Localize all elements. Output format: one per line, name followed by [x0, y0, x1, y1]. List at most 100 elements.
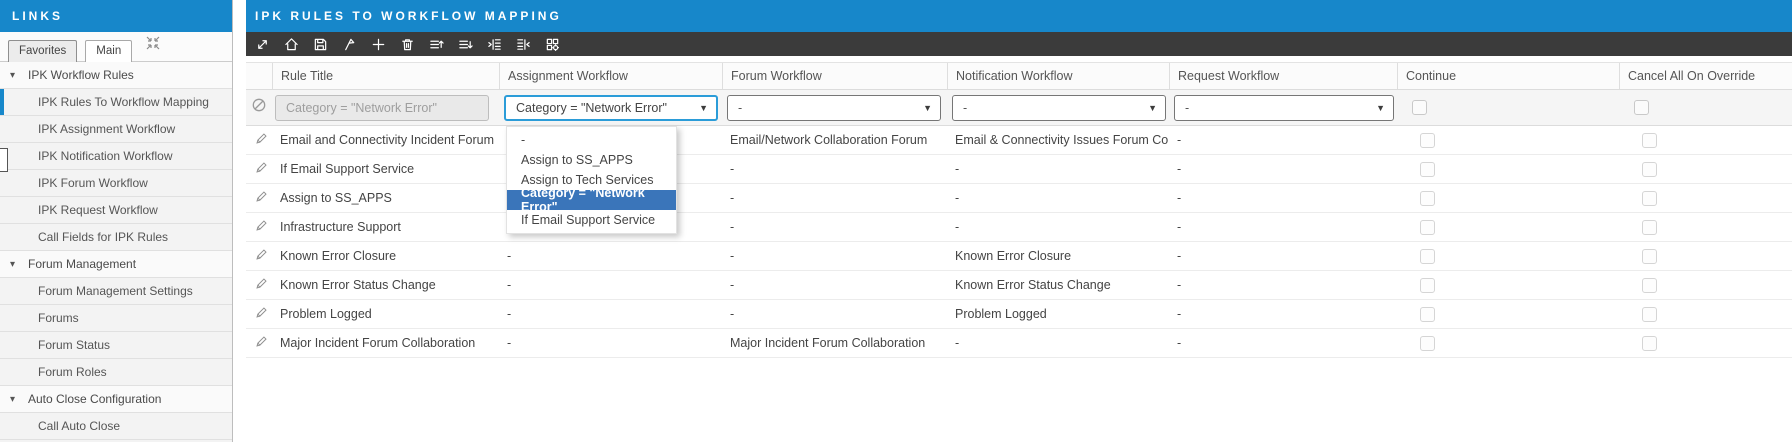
collapse-panel-icon[interactable] [146, 36, 160, 55]
sidebar-item-ipk-assignment-workflow[interactable]: IPK Assignment Workflow [0, 116, 232, 143]
continue-checkbox[interactable] [1420, 307, 1435, 322]
dropdown-option[interactable]: Assign to SS_APPS [507, 150, 676, 170]
column-left-icon[interactable] [486, 36, 502, 52]
app-screen: LINKS Favorites Main ▾IPK Workflow Rules… [0, 0, 1792, 442]
cancel-edit-icon[interactable] [251, 97, 267, 118]
cancel-all-checkbox[interactable] [1642, 162, 1657, 177]
continue-checkbox[interactable] [1420, 220, 1435, 235]
sidebar-tree: ▾IPK Workflow Rules IPK Rules To Workflo… [0, 62, 232, 440]
grid-settings-icon[interactable] [544, 36, 560, 52]
edit-pencil-icon[interactable] [255, 132, 268, 148]
move-row-up-icon[interactable] [428, 36, 444, 52]
delete-icon[interactable] [399, 36, 415, 52]
header-cancel-all-on-override: Cancel All On Override [1619, 63, 1792, 89]
table-row[interactable]: Known Error Closure - - Known Error Clos… [246, 242, 1792, 271]
sidebar-group-auto-close-configuration[interactable]: ▾Auto Close Configuration [0, 386, 232, 413]
sidebar-item-call-auto-close[interactable]: Call Auto Close [0, 413, 232, 440]
cancel-all-checkbox[interactable] [1642, 133, 1657, 148]
cancel-all-checkbox[interactable] [1634, 100, 1649, 115]
header-icon-column [246, 63, 272, 89]
save-icon[interactable] [312, 36, 328, 52]
continue-checkbox[interactable] [1420, 162, 1435, 177]
edit-pencil-icon[interactable] [255, 161, 268, 177]
collapse-diagonal-icon[interactable] [254, 36, 270, 52]
table-row[interactable]: Problem Logged - - Problem Logged - [246, 300, 1792, 329]
edit-pencil-icon[interactable] [255, 335, 268, 351]
header-forum-workflow: Forum Workflow [722, 63, 947, 89]
request-workflow-combobox[interactable]: - ▼ [1174, 95, 1394, 121]
move-row-down-icon[interactable] [457, 36, 473, 52]
offscreen-panel-edge [0, 148, 8, 172]
chevron-down-icon: ▼ [923, 103, 932, 113]
header-rule-title: Rule Title [272, 63, 499, 89]
edit-pencil-icon[interactable] [255, 248, 268, 264]
sidebar-item-forums[interactable]: Forums [0, 305, 232, 332]
continue-checkbox[interactable] [1420, 191, 1435, 206]
edit-pencil-icon[interactable] [255, 306, 268, 322]
continue-checkbox[interactable] [1420, 336, 1435, 351]
table-row[interactable]: Email and Connectivity Incident Forum Em… [246, 126, 1792, 155]
rule-title-input[interactable] [275, 95, 489, 121]
chevron-down-icon: ▾ [10, 70, 20, 81]
header-continue: Continue [1397, 63, 1619, 89]
dropdown-option-selected[interactable]: Category = "Network Error" [507, 190, 676, 210]
table-row[interactable]: Assign to SS_APPS - - - [246, 184, 1792, 213]
sidebar-group-forum-management[interactable]: ▾Forum Management [0, 251, 232, 278]
sidebar-item-ipk-request-workflow[interactable]: IPK Request Workflow [0, 197, 232, 224]
column-right-icon[interactable] [515, 36, 531, 52]
table-row[interactable]: If Email Support Service - - - [246, 155, 1792, 184]
continue-checkbox[interactable] [1412, 100, 1427, 115]
sidebar-group-ipk-workflow-rules[interactable]: ▾IPK Workflow Rules [0, 62, 232, 89]
sidebar-tab-row: Favorites Main [0, 32, 232, 62]
chevron-down-icon: ▾ [10, 259, 20, 270]
links-sidebar: LINKS Favorites Main ▾IPK Workflow Rules… [0, 0, 233, 442]
assignment-workflow-dropdown: - Assign to SS_APPS Assign to Tech Servi… [506, 126, 677, 234]
edit-pencil-icon[interactable] [255, 219, 268, 235]
assignment-workflow-combobox[interactable]: Category = "Network Error" ▼ [504, 95, 718, 121]
main-panel: IPK RULES TO WORKFLOW MAPPING [246, 0, 1792, 442]
cancel-all-checkbox[interactable] [1642, 220, 1657, 235]
sidebar-item-forum-status[interactable]: Forum Status [0, 332, 232, 359]
sidebar-item-ipk-notification-workflow[interactable]: IPK Notification Workflow [0, 143, 232, 170]
links-panel-title: LINKS [0, 0, 232, 32]
toolbar [246, 32, 1792, 56]
flag-icon[interactable] [341, 36, 357, 52]
notification-workflow-combobox[interactable]: - ▼ [952, 95, 1166, 121]
continue-checkbox[interactable] [1420, 249, 1435, 264]
table-row[interactable]: Known Error Status Change - - Known Erro… [246, 271, 1792, 300]
page-title: IPK RULES TO WORKFLOW MAPPING [246, 0, 1792, 32]
panel-splitter[interactable] [233, 0, 246, 442]
table-row[interactable]: Major Incident Forum Collaboration - Maj… [246, 329, 1792, 358]
edit-pencil-icon[interactable] [255, 190, 268, 206]
header-request-workflow: Request Workflow [1169, 63, 1397, 89]
cancel-all-checkbox[interactable] [1642, 278, 1657, 293]
edit-row: Category = "Network Error" ▼ - ▼ - ▼ - ▼ [246, 90, 1792, 126]
sidebar-item-call-fields-for-ipk-rules[interactable]: Call Fields for IPK Rules [0, 224, 232, 251]
chevron-down-icon: ▼ [699, 103, 708, 113]
chevron-down-icon: ▾ [10, 394, 20, 405]
chevron-down-icon: ▼ [1376, 103, 1385, 113]
forum-workflow-combobox[interactable]: - ▼ [727, 95, 941, 121]
home-icon[interactable] [283, 36, 299, 52]
add-icon[interactable] [370, 36, 386, 52]
chevron-down-icon: ▼ [1148, 103, 1157, 113]
dropdown-option[interactable]: - [507, 130, 676, 150]
sidebar-item-forum-management-settings[interactable]: Forum Management Settings [0, 278, 232, 305]
table-header-row: Rule Title Assignment Workflow Forum Wor… [246, 62, 1792, 90]
cancel-all-checkbox[interactable] [1642, 191, 1657, 206]
sidebar-item-ipk-rules-to-workflow-mapping[interactable]: IPK Rules To Workflow Mapping [0, 89, 232, 116]
header-notification-workflow: Notification Workflow [947, 63, 1169, 89]
continue-checkbox[interactable] [1420, 278, 1435, 293]
cancel-all-checkbox[interactable] [1642, 307, 1657, 322]
header-assignment-workflow: Assignment Workflow [499, 63, 722, 89]
cancel-all-checkbox[interactable] [1642, 249, 1657, 264]
cancel-all-checkbox[interactable] [1642, 336, 1657, 351]
continue-checkbox[interactable] [1420, 133, 1435, 148]
sidebar-item-ipk-forum-workflow[interactable]: IPK Forum Workflow [0, 170, 232, 197]
dropdown-option[interactable]: If Email Support Service [507, 210, 676, 230]
edit-pencil-icon[interactable] [255, 277, 268, 293]
tab-favorites[interactable]: Favorites [8, 40, 77, 62]
sidebar-item-forum-roles[interactable]: Forum Roles [0, 359, 232, 386]
tab-main[interactable]: Main [85, 40, 132, 62]
table-row[interactable]: Infrastructure Support - - - [246, 213, 1792, 242]
